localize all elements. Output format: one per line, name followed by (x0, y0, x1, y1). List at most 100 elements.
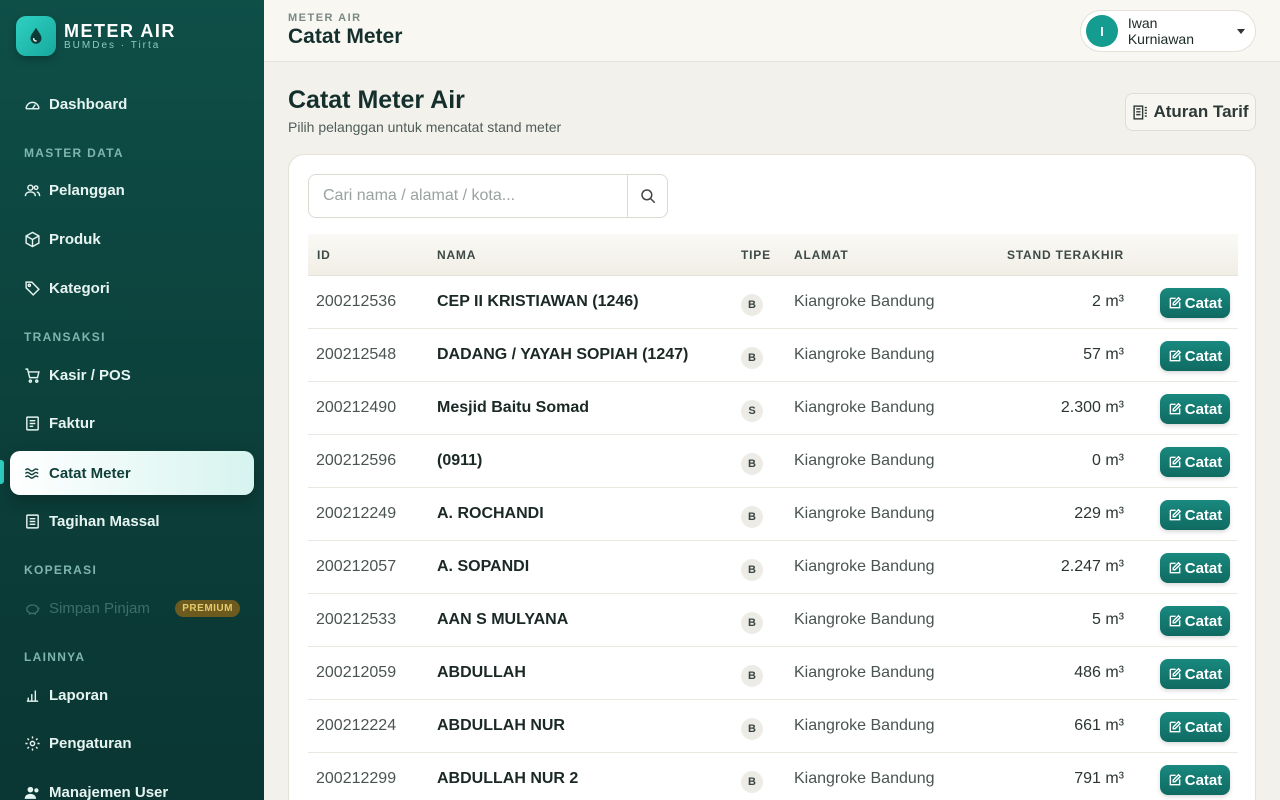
customer-name: (0911) (437, 452, 483, 469)
sidebar-item-label: Simpan Pinjam (49, 599, 150, 617)
customer-id: 200212057 (316, 558, 397, 575)
invoice-icon (26, 415, 39, 431)
sidebar-item-label: Laporan (49, 686, 109, 704)
catat-button[interactable]: Catat (1160, 659, 1230, 689)
users-icon (24, 183, 41, 196)
customer-address: Kiangroke Bandung (794, 452, 935, 469)
customer-name: DADANG / YAYAH SOPIAH (1247) (437, 346, 689, 363)
last-meter-stand: 2 m³ (1092, 293, 1124, 310)
table-row[interactable]: 200212299 ABDULLAH NUR 2 B Kiangroke Bandun… (308, 753, 1238, 800)
catat-button[interactable]: Catat (1160, 500, 1230, 530)
catat-button[interactable]: Catat (1160, 765, 1230, 795)
customer-type-badge: B (741, 347, 763, 369)
table-row[interactable]: 200212059 ABDULLAH B Kiangroke Bandung 486 m… (308, 647, 1238, 700)
sidebar-item-pelanggan[interactable]: Pelanggan (10, 168, 254, 212)
column-header-tipe[interactable]: TIPE (741, 248, 771, 262)
sidebar-item-pengaturan[interactable]: Pengaturan (10, 721, 254, 765)
catat-button[interactable]: Catat (1160, 712, 1230, 742)
table-row[interactable]: 200212533 AAN S MULYANA B Kiangroke Bandung… (308, 594, 1238, 647)
column-header-stand[interactable]: STAND TERAKHIR (1007, 248, 1124, 262)
customer-name: ABDULLAH (437, 664, 526, 681)
document-list-icon (1133, 104, 1148, 120)
column-header-id[interactable]: ID (317, 248, 331, 262)
user-group-icon (24, 786, 39, 799)
table-row[interactable]: 200212596 (0911) B Kiangroke Bandung 0 m³ Cat… (308, 435, 1238, 488)
table-row[interactable]: 200212249 A. ROCHANDI B Kiangroke Bandung 22… (308, 488, 1238, 541)
sidebar-item-produk[interactable]: Produk (10, 217, 254, 261)
table-row[interactable]: 200212224 ABDULLAH NUR B Kiangroke Bandung 6… (308, 700, 1238, 753)
user-menu[interactable]: I Iwan Kurniawan (1080, 10, 1256, 52)
edit-icon (1169, 667, 1181, 680)
catat-button[interactable]: Catat (1160, 288, 1230, 318)
customer-table-card: ID NAMA TIPE ALAMAT STAND TERAKHIR 20021… (288, 154, 1256, 800)
catat-label: Catat (1184, 453, 1223, 471)
sidebar-item-kasir[interactable]: Kasir / POS (10, 353, 254, 397)
aturan-tarif-button[interactable]: Aturan Tarif (1125, 93, 1256, 131)
section-koperasi: KOPERASI (24, 563, 98, 577)
section-master-data: MASTER DATA (24, 146, 124, 160)
table-row[interactable]: 200212057 A. SOPANDI B Kiangroke Bandung 2.2… (308, 541, 1238, 594)
table-row[interactable]: 200212548 DADANG / YAYAH SOPIAH (1247) B Ki… (308, 329, 1238, 382)
catat-button[interactable]: Catat (1160, 394, 1230, 424)
sidebar-item-catat-meter[interactable]: Catat Meter (10, 451, 254, 495)
premium-badge: PREMIUM (175, 599, 240, 617)
catat-button[interactable]: Catat (1160, 447, 1230, 477)
section-lainnya: LAINNYA (24, 650, 86, 664)
catat-label: Catat (1184, 347, 1223, 365)
box-icon (25, 231, 40, 247)
last-meter-stand: 5 m³ (1092, 611, 1124, 628)
customer-type-badge: B (741, 665, 763, 687)
customer-address: Kiangroke Bandung (794, 399, 935, 416)
column-header-nama[interactable]: NAMA (437, 248, 476, 262)
header-title: Catat Meter (288, 25, 403, 48)
catat-button[interactable]: Catat (1160, 553, 1230, 583)
sidebar-item-label: Catat Meter (49, 464, 131, 482)
column-header-alamat[interactable]: ALAMAT (794, 248, 849, 262)
water-waves-icon (24, 467, 39, 479)
section-transaksi: TRANSAKSI (24, 330, 106, 344)
edit-icon (1169, 561, 1181, 574)
page-title: Catat Meter Air (288, 86, 465, 114)
customer-name: ABDULLAH NUR 2 (437, 770, 579, 787)
customer-name: AAN S MULYANA (437, 611, 569, 628)
sidebar-item-tagihan-massal[interactable]: Tagihan Massal (10, 499, 254, 543)
last-meter-stand: 2.300 m³ (1060, 399, 1124, 416)
customer-address: Kiangroke Bandung (794, 346, 935, 363)
customer-address: Kiangroke Bandung (794, 717, 935, 734)
customer-id: 200212548 (316, 346, 397, 363)
catat-label: Catat (1184, 665, 1223, 683)
sidebar-item-kategori[interactable]: Kategori (10, 266, 254, 310)
sidebar: METER AIR BUMDes · Tirta Dashboard MASTE… (0, 0, 264, 800)
sidebar-item-simpan-pinjam[interactable]: Simpan Pinjam PREMIUM (10, 586, 254, 630)
catat-label: Catat (1184, 612, 1223, 630)
edit-icon (1169, 296, 1181, 309)
customer-type-badge: B (741, 771, 763, 793)
sidebar-item-laporan[interactable]: Laporan (10, 673, 254, 717)
customer-id: 200212224 (316, 717, 397, 734)
customer-address: Kiangroke Bandung (794, 293, 935, 310)
table-row[interactable]: 200212536 CEP II KRISTIAWAN (1246) B Kiangr… (308, 276, 1238, 329)
sidebar-item-label: Produk (49, 230, 101, 248)
last-meter-stand: 661 m³ (1074, 717, 1124, 734)
catat-label: Catat (1184, 400, 1223, 418)
avatar: I (1086, 15, 1118, 47)
catat-label: Catat (1184, 294, 1223, 312)
customer-id: 200212533 (316, 611, 397, 628)
search-input[interactable] (309, 175, 627, 217)
catat-button[interactable]: Catat (1160, 341, 1230, 371)
customer-id: 200212490 (316, 399, 397, 416)
sidebar-item-dashboard[interactable]: Dashboard (10, 82, 254, 126)
edit-icon (1169, 773, 1181, 786)
search-button[interactable] (627, 175, 667, 217)
brand-subtitle: BUMDes · Tirta (64, 39, 161, 51)
table-row[interactable]: 200212490 Mesjid Baitu Somad S Kiangroke Ba… (308, 382, 1238, 435)
last-meter-stand: 229 m³ (1074, 505, 1124, 522)
table-header: ID NAMA TIPE ALAMAT STAND TERAKHIR (308, 234, 1238, 276)
brand[interactable]: METER AIR BUMDes · Tirta (16, 16, 176, 56)
last-meter-stand: 57 m³ (1083, 346, 1124, 363)
catat-button[interactable]: Catat (1160, 606, 1230, 636)
sidebar-item-label: Pelanggan (49, 181, 125, 199)
sidebar-item-faktur[interactable]: Faktur (10, 401, 254, 445)
search-bar (308, 174, 668, 218)
sidebar-item-manajemen-user[interactable]: Manajemen User (10, 770, 254, 800)
